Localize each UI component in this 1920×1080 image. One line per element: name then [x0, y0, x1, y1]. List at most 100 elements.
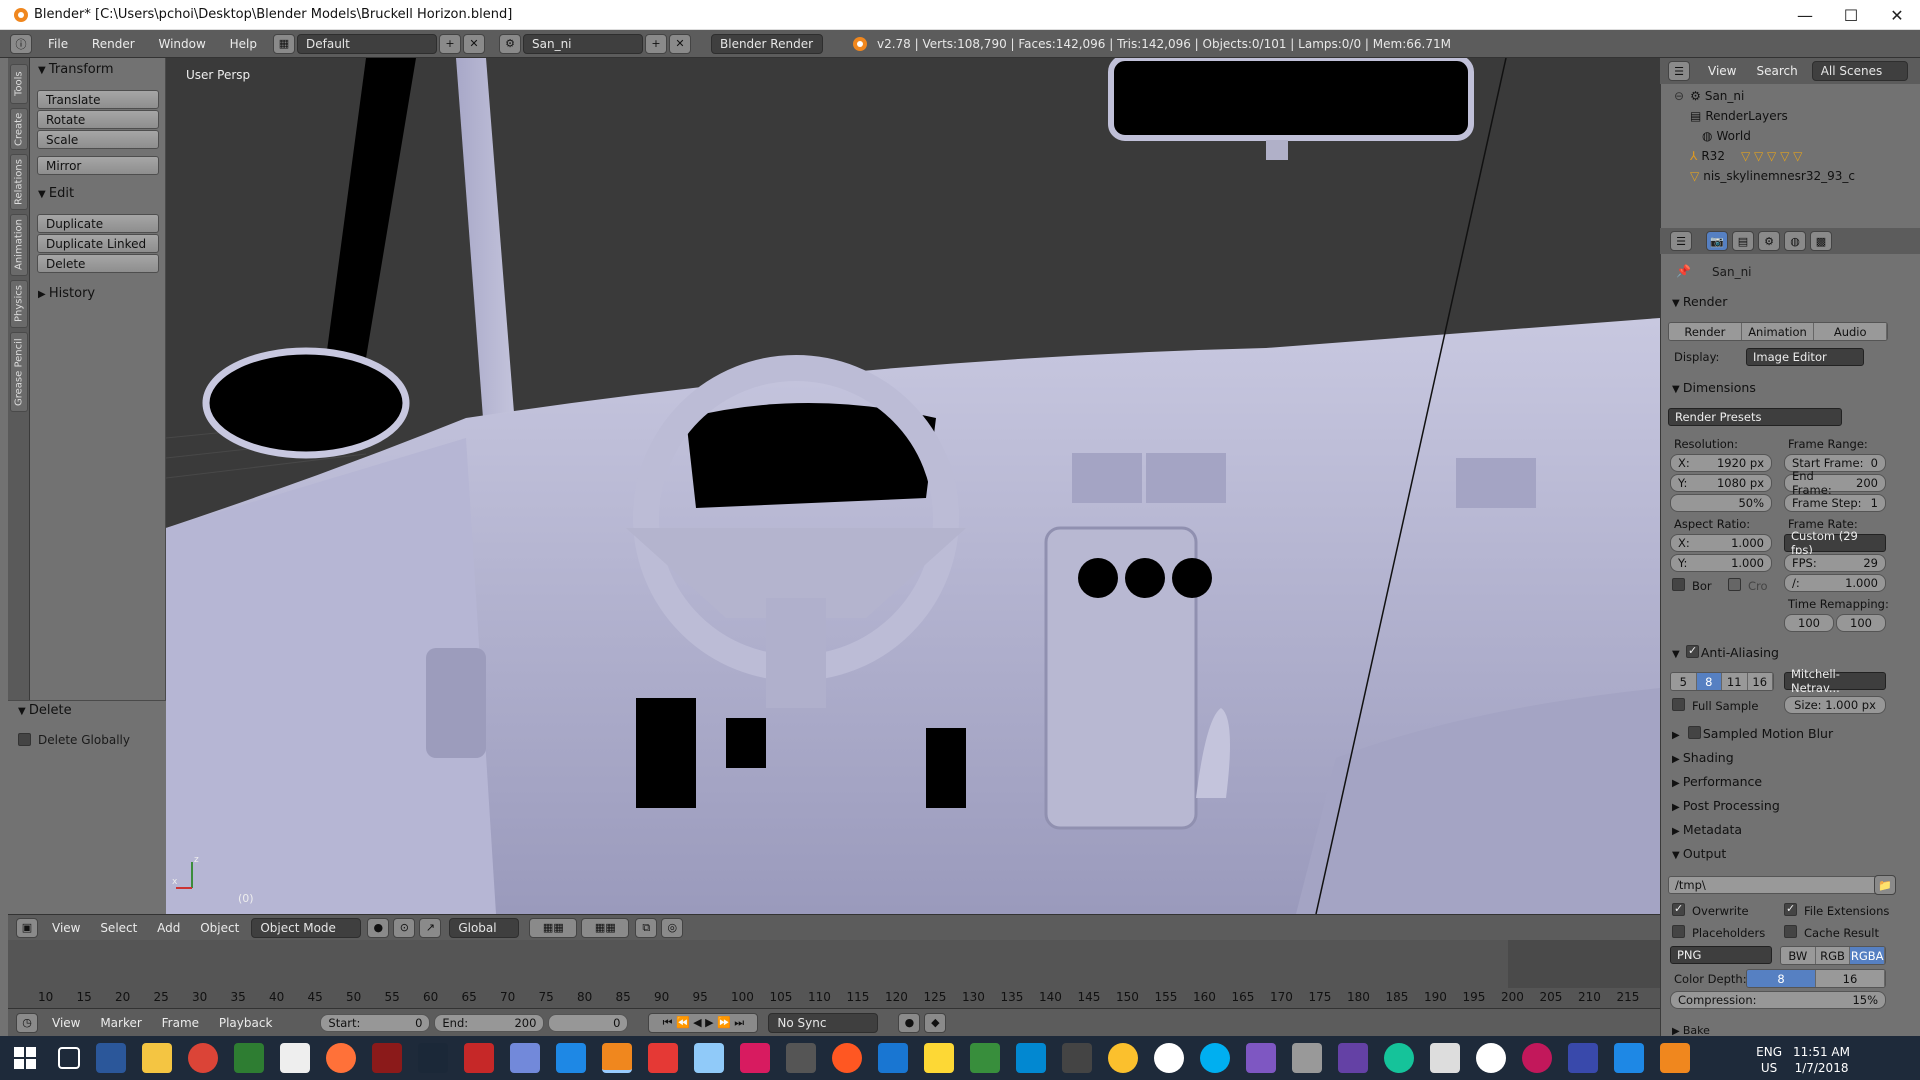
- render-tab-icon[interactable]: 📷: [1706, 231, 1728, 251]
- texture-tab-icon[interactable]: ▩: [1810, 231, 1832, 251]
- aspect-y-field[interactable]: Y: 1.000: [1670, 554, 1772, 572]
- outliner-row-r32[interactable]: ⅄ R32 ▽ ▽ ▽ ▽ ▽: [1660, 146, 1920, 166]
- output-section-header[interactable]: Output: [1672, 846, 1726, 861]
- render-engine-dropdown[interactable]: Blender Render: [711, 33, 823, 54]
- history-panel-header[interactable]: History: [38, 286, 95, 301]
- snap-icon[interactable]: ⧉: [635, 917, 658, 938]
- keyframe-icon[interactable]: ◆: [924, 1012, 947, 1033]
- remove-scene-icon[interactable]: ✕: [669, 33, 691, 54]
- app-icon-8[interactable]: [924, 1043, 954, 1073]
- world-tab-icon[interactable]: ◍: [1784, 231, 1806, 251]
- scale-button[interactable]: Scale: [37, 130, 159, 149]
- windows-start-icon[interactable]: [14, 1047, 36, 1069]
- shading-icon[interactable]: ●: [367, 917, 390, 938]
- cache-result-checkbox[interactable]: [1784, 925, 1797, 938]
- discord-icon[interactable]: [510, 1043, 540, 1073]
- app-icon-15[interactable]: [1476, 1043, 1506, 1073]
- delete-globally-checkbox[interactable]: [18, 733, 31, 746]
- metadata-section-header[interactable]: Metadata: [1672, 822, 1742, 837]
- app-icon-4[interactable]: [740, 1043, 770, 1073]
- blender-taskbar-icon[interactable]: [602, 1043, 632, 1073]
- crop-checkbox[interactable]: [1728, 578, 1741, 591]
- dimensions-section-header[interactable]: Dimensions: [1672, 380, 1756, 395]
- app-icon-17[interactable]: [1614, 1043, 1644, 1073]
- outliner-row-scene[interactable]: ⊖ ⚙ San_ni: [1660, 86, 1920, 106]
- editor-type-icon[interactable]: ▣: [16, 917, 38, 938]
- firefox-icon[interactable]: [326, 1043, 356, 1073]
- fps-field[interactable]: FPS: 29: [1784, 554, 1886, 572]
- start-frame-field[interactable]: Start: 0: [320, 1013, 431, 1032]
- app-v-icon[interactable]: [372, 1043, 402, 1073]
- viewport-menu-select[interactable]: Select: [100, 921, 137, 935]
- compression-field[interactable]: Compression: 15%: [1670, 991, 1886, 1009]
- tab-tools[interactable]: Tools: [10, 64, 28, 104]
- tab-create[interactable]: Create: [10, 108, 28, 150]
- folder-icon[interactable]: 📁: [1874, 875, 1896, 895]
- animation-button[interactable]: Animation: [1741, 323, 1815, 340]
- tab-grease-pencil[interactable]: Grease Pencil: [10, 332, 28, 412]
- app-icon-2[interactable]: [556, 1043, 586, 1073]
- mirror-button[interactable]: Mirror: [37, 156, 159, 175]
- shading-section-header[interactable]: Shading: [1672, 750, 1734, 765]
- display-dropdown[interactable]: Image Editor: [1746, 348, 1864, 366]
- record-icon[interactable]: ●: [898, 1012, 921, 1033]
- file-explorer-icon[interactable]: [142, 1043, 172, 1073]
- xbox-icon[interactable]: [1154, 1043, 1184, 1073]
- render-button[interactable]: Render: [1669, 323, 1742, 340]
- color-depth-8[interactable]: 8: [1747, 970, 1816, 987]
- orientation-dropdown[interactable]: Global: [449, 917, 520, 938]
- pivot-icon[interactable]: ⊙: [393, 917, 416, 938]
- minecraft-icon[interactable]: [970, 1043, 1000, 1073]
- pin-icon[interactable]: 📌: [1676, 264, 1691, 278]
- aa-samples-16[interactable]: 16: [1747, 673, 1773, 690]
- timeline-editor-icon[interactable]: ◷: [16, 1012, 38, 1033]
- menu-window[interactable]: Window: [158, 37, 205, 51]
- performance-section-header[interactable]: Performance: [1672, 774, 1762, 789]
- color-mode-rgba[interactable]: RGBA: [1850, 947, 1885, 964]
- current-frame-field[interactable]: 0: [548, 1013, 629, 1032]
- scene-icon[interactable]: ⚙: [499, 33, 521, 54]
- duplicate-linked-button[interactable]: Duplicate Linked: [37, 234, 159, 253]
- sync-dropdown[interactable]: No Sync: [768, 1012, 879, 1033]
- app-icon-11[interactable]: [1108, 1043, 1138, 1073]
- close-button[interactable]: ✕: [1874, 0, 1920, 30]
- resolution-percent-field[interactable]: 50%: [1670, 494, 1772, 512]
- app-icon[interactable]: [464, 1043, 494, 1073]
- skype-icon[interactable]: [1200, 1043, 1230, 1073]
- transform-panel-header[interactable]: Transform: [38, 62, 114, 77]
- screen-layout-field[interactable]: Default: [297, 33, 437, 54]
- file-format-dropdown[interactable]: PNG: [1670, 946, 1772, 964]
- app-icon-9[interactable]: [1016, 1043, 1046, 1073]
- word-icon[interactable]: [96, 1043, 126, 1073]
- viewport-menu-add[interactable]: Add: [157, 921, 180, 935]
- task-view-icon[interactable]: [58, 1047, 80, 1069]
- tab-relations[interactable]: Relations: [10, 154, 28, 210]
- timeline-menu-frame[interactable]: Frame: [162, 1016, 199, 1030]
- viewport-menu-view[interactable]: View: [52, 921, 80, 935]
- edit-panel-header[interactable]: Edit: [38, 186, 74, 201]
- fps-base-field[interactable]: /: 1.000: [1784, 574, 1886, 592]
- outliner-row-world[interactable]: ◍ World: [1660, 126, 1920, 146]
- minimize-button[interactable]: —: [1782, 0, 1828, 30]
- notepad-icon[interactable]: [280, 1043, 310, 1073]
- menu-help[interactable]: Help: [230, 37, 257, 51]
- app-icon-14[interactable]: [1430, 1043, 1460, 1073]
- remap-old-field[interactable]: 100: [1784, 614, 1834, 632]
- steam-icon[interactable]: [418, 1043, 448, 1073]
- playback-controls-icon[interactable]: ⏮ ⏪ ◀ ▶ ⏩ ⏭: [648, 1012, 759, 1033]
- timeline[interactable]: 10 15 20 25 30 35 40 45 50 55 60 65 70 75 80 85 90 95 100 1…: [8, 940, 1660, 1008]
- border-checkbox[interactable]: [1672, 578, 1685, 591]
- remap-new-field[interactable]: 100: [1836, 614, 1886, 632]
- language-indicator[interactable]: ENG US: [1756, 1044, 1782, 1076]
- timeline-menu-playback[interactable]: Playback: [219, 1016, 273, 1030]
- tab-animation[interactable]: Animation: [10, 214, 28, 276]
- twitch-icon[interactable]: [1338, 1043, 1368, 1073]
- outliner-row-mesh[interactable]: ▽ nis_skylinemnesr32_93_c: [1660, 166, 1920, 186]
- file-extensions-checkbox[interactable]: [1784, 902, 1797, 916]
- aa-samples-5[interactable]: 5: [1671, 673, 1697, 690]
- outliner-menu-view[interactable]: View: [1708, 64, 1736, 78]
- layers-2-icon[interactable]: ▦▦: [581, 917, 630, 938]
- aa-filter-dropdown[interactable]: Mitchell-Netrav...: [1784, 667, 1886, 695]
- scene-field[interactable]: San_ni: [523, 33, 643, 54]
- scene-tab-icon[interactable]: ⚙: [1758, 231, 1780, 251]
